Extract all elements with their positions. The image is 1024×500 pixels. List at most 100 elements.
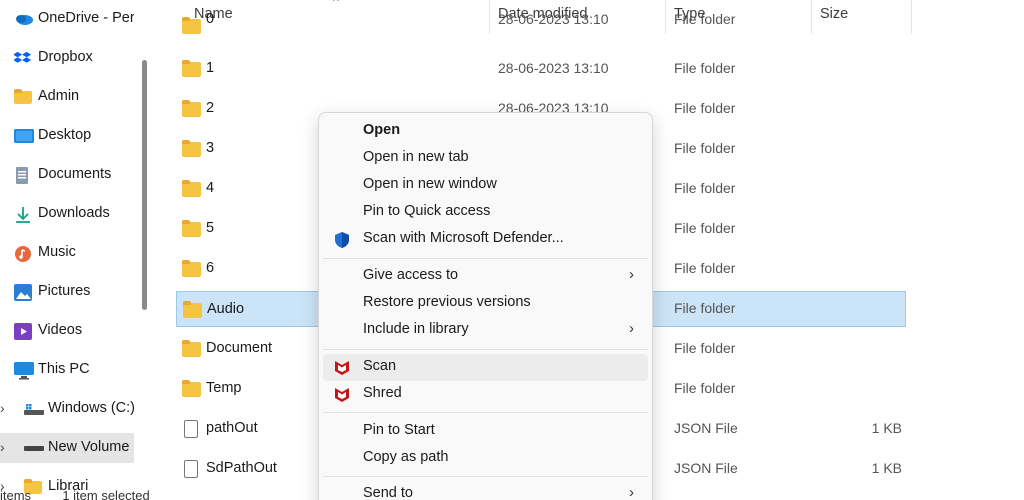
folder-icon: [182, 60, 201, 77]
menu-item-label: Scan with Microsoft Defender...: [363, 230, 564, 246]
menu-item-label: Scan: [363, 358, 397, 374]
pictures-icon: [14, 284, 32, 301]
file-type: File folder: [674, 60, 736, 76]
file-type: File folder: [674, 100, 736, 116]
sidebar-item-label: New Volume: [48, 439, 130, 455]
file-name: SdPathOut: [206, 460, 277, 476]
menu-item-pin-start[interactable]: Pin to Start: [323, 418, 648, 445]
file-date: 28-06-2023 13:10: [498, 11, 609, 27]
file-type: File folder: [674, 260, 736, 276]
menu-separator: [323, 349, 648, 350]
menu-item-label: Shred: [363, 385, 402, 401]
folder-icon: [182, 140, 201, 157]
context-menu: Open Open in new tab Open in new window …: [318, 112, 653, 500]
onedrive-icon: [14, 11, 33, 27]
file-type: File folder: [674, 140, 736, 156]
chevron-right-icon[interactable]: ›: [0, 400, 5, 416]
sidebar-item-desktop[interactable]: Desktop: [0, 121, 134, 151]
sidebar-item-label: Music: [38, 244, 76, 260]
chevron-right-icon: ›: [629, 484, 634, 500]
drive-icon: [24, 440, 44, 456]
menu-item-open[interactable]: Open: [323, 118, 648, 145]
sidebar-item-music[interactable]: Music: [0, 238, 134, 268]
file-name: Audio: [207, 301, 245, 317]
menu-item-scan-defender[interactable]: Scan with Microsoft Defender...: [323, 226, 648, 253]
mcafee-icon: [333, 386, 351, 404]
documents-icon: [14, 167, 32, 184]
folder-icon: [182, 17, 201, 34]
sidebar-item-label: This PC: [38, 361, 90, 377]
videos-icon: [14, 323, 32, 340]
menu-item-label: Open in new window: [363, 176, 497, 192]
menu-item-include-library[interactable]: Include in library ›: [323, 317, 648, 344]
menu-separator: [323, 476, 648, 477]
file-type: File folder: [674, 11, 736, 27]
menu-item-copy-path[interactable]: Copy as path: [323, 445, 648, 472]
file-type: File folder: [674, 300, 736, 316]
table-row[interactable]: 1 28-06-2023 13:10 File folder: [176, 51, 906, 87]
menu-separator: [323, 412, 648, 413]
music-icon: [14, 245, 32, 262]
file-size: 1 KB: [871, 460, 902, 476]
sidebar-item-label: Admin: [38, 88, 80, 104]
file-type: File folder: [674, 380, 736, 396]
menu-item-give-access[interactable]: Give access to ›: [323, 263, 648, 290]
sidebar-item-downloads[interactable]: Downloads: [0, 199, 134, 229]
sidebar-item-label: OneDrive - Per: [38, 10, 134, 26]
menu-item-pin-quick-access[interactable]: Pin to Quick access: [323, 199, 648, 226]
file-name: Temp: [206, 380, 242, 396]
menu-item-label: Include in library: [363, 321, 469, 337]
menu-item-open-new-window[interactable]: Open in new window: [323, 172, 648, 199]
sidebar-item-label: Windows (C:): [48, 400, 134, 416]
file-name: 3: [206, 140, 215, 156]
mcafee-icon: [333, 359, 351, 377]
dropbox-icon: [13, 50, 32, 66]
menu-item-label: Pin to Quick access: [363, 203, 491, 219]
file-type: File folder: [674, 180, 736, 196]
chevron-right-icon[interactable]: ›: [0, 439, 5, 455]
chevron-right-icon: ›: [629, 320, 634, 337]
status-selection: 1 item selected: [62, 488, 150, 500]
file-name: Document: [206, 340, 273, 356]
defender-shield-icon: [333, 231, 351, 249]
download-icon: [14, 206, 32, 223]
menu-item-label: Open in new tab: [363, 149, 469, 165]
file-date: 28-06-2023 13:10: [498, 60, 609, 76]
sidebar-item-dropbox[interactable]: Dropbox: [0, 43, 134, 73]
drive-icon: [24, 401, 44, 417]
sidebar-item-onedrive[interactable]: OneDrive - Per: [0, 4, 134, 34]
folder-icon: [182, 100, 201, 117]
folder-icon: [14, 89, 32, 104]
menu-item-restore-versions[interactable]: Restore previous versions: [323, 290, 648, 317]
sidebar-scroll-thumb[interactable]: [142, 60, 147, 310]
folder-icon: [183, 301, 202, 318]
sidebar-item-windows-c[interactable]: › Windows (C:): [0, 394, 134, 424]
menu-item-scan[interactable]: Scan: [323, 354, 648, 381]
folder-icon: [182, 220, 201, 237]
sidebar-item-admin[interactable]: Admin: [0, 82, 134, 112]
status-bar: items 1 item selected: [0, 488, 150, 500]
folder-icon: [182, 260, 201, 277]
table-row[interactable]: 0 28-06-2023 13:10 File folder: [176, 11, 906, 38]
menu-item-open-new-tab[interactable]: Open in new tab: [323, 145, 648, 172]
folder-icon: [182, 380, 201, 397]
sidebar-item-videos[interactable]: Videos: [0, 316, 134, 346]
menu-item-send-to[interactable]: Send to ›: [323, 481, 648, 500]
file-type: JSON File: [674, 420, 738, 436]
status-item-count: items: [0, 488, 32, 500]
file-type: File folder: [674, 220, 736, 236]
menu-item-label: Open: [363, 122, 401, 138]
menu-item-label: Give access to: [363, 267, 459, 283]
chevron-right-icon: ›: [629, 266, 634, 283]
menu-item-shred[interactable]: Shred: [323, 381, 648, 408]
computer-icon: [14, 362, 34, 380]
file-name: pathOut: [206, 420, 258, 436]
sidebar-item-pictures[interactable]: Pictures: [0, 277, 134, 307]
sidebar-item-documents[interactable]: Documents: [0, 160, 134, 190]
folder-icon: [182, 180, 201, 197]
sidebar-item-label: Downloads: [38, 205, 110, 221]
sidebar-item-this-pc[interactable]: This PC: [0, 355, 134, 385]
navigation-pane: OneDrive - Per Dropbox Admin Desktop Doc…: [0, 0, 150, 500]
sidebar-item-new-volume[interactable]: › New Volume: [0, 433, 134, 463]
column-divider[interactable]: [911, 0, 912, 34]
